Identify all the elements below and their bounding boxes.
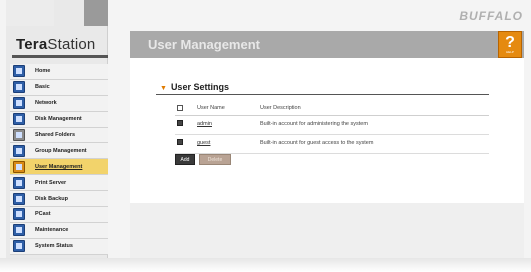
- help-button[interactable]: ? HELP: [498, 31, 522, 58]
- disk-icon: [13, 113, 25, 126]
- sidebar-nav: Home Basic Network Disk Management Share…: [10, 64, 108, 255]
- sidebar-top-accent: [84, 0, 108, 26]
- sidebar-item-basic[interactable]: Basic: [10, 79, 108, 96]
- user-name-link[interactable]: guest: [197, 140, 210, 146]
- basic-icon: [13, 81, 25, 94]
- column-header-description: User Description: [260, 105, 301, 111]
- backup-icon: [13, 192, 25, 205]
- section-divider: [156, 94, 489, 95]
- sidebar-item-label: System Status: [35, 243, 73, 250]
- page-title: User Management: [148, 37, 260, 52]
- printer-icon: [13, 176, 25, 189]
- help-label: HELP: [506, 49, 514, 54]
- sidebar-item-disk-backup[interactable]: Disk Backup: [10, 191, 108, 208]
- sidebar-item-disk-management[interactable]: Disk Management: [10, 111, 108, 128]
- sidebar-item-label: Disk Management: [35, 116, 82, 123]
- sidebar-item-label: Maintenance: [35, 227, 69, 234]
- row-checkbox[interactable]: [177, 120, 183, 126]
- maintenance-icon: [13, 224, 25, 237]
- app-window: TeraStation Home Basic Network Disk Mana…: [0, 0, 531, 272]
- home-icon: [13, 65, 25, 78]
- group-icon: [13, 144, 25, 157]
- bottom-shadow: [0, 258, 531, 272]
- sidebar-item-group-management[interactable]: Group Management: [10, 143, 108, 160]
- select-all-checkbox[interactable]: [177, 105, 183, 111]
- sidebar-item-maintenance[interactable]: Maintenance: [10, 222, 108, 239]
- sidebar-item-label: Group Management: [35, 147, 87, 154]
- sidebar-item-home[interactable]: Home: [10, 64, 108, 80]
- column-header-name: User Name: [197, 105, 225, 111]
- sidebar: TeraStation Home Basic Network Disk Mana…: [6, 0, 108, 262]
- user-description: Built-in account for guest access to the…: [260, 140, 374, 146]
- status-icon: [13, 240, 25, 253]
- sidebar-item-label: User Management: [35, 163, 83, 170]
- sidebar-item-label: Shared Folders: [35, 132, 76, 138]
- sidebar-item-label: Network: [35, 100, 57, 107]
- table-header: User Name User Description: [175, 102, 489, 116]
- terastation-logo: TeraStation: [16, 36, 96, 53]
- title-bar: User Management ? HELP: [130, 31, 524, 58]
- sidebar-item-system-status[interactable]: System Status: [10, 238, 108, 255]
- main-lower-area: [130, 203, 524, 258]
- pcast-icon: [13, 208, 25, 221]
- sidebar-item-label: PCast: [35, 211, 51, 218]
- user-table: User Name User Description admin Built-i…: [175, 102, 489, 154]
- logo-underline: [12, 55, 108, 58]
- sidebar-item-label: Disk Backup: [35, 195, 69, 202]
- table-row: guest Built-in account for guest access …: [175, 135, 489, 154]
- sidebar-item-label: Home: [35, 68, 51, 75]
- sidebar-item-label: Print Server: [35, 179, 67, 186]
- sidebar-item-shared-folders[interactable]: Shared Folders: [10, 127, 108, 144]
- table-row: admin Built-in account for administering…: [175, 116, 489, 135]
- arrow-icon: ▼: [160, 85, 167, 92]
- delete-button[interactable]: Delete: [199, 154, 231, 165]
- user-description: Built-in account for administering the s…: [260, 121, 368, 127]
- main-panel: ▼ User Settings User Name User Descriptio…: [130, 58, 524, 203]
- sidebar-item-user-management[interactable]: User Management: [10, 159, 108, 176]
- user-icon: [13, 160, 25, 173]
- sidebar-item-label: Basic: [35, 84, 50, 91]
- network-icon: [13, 97, 25, 110]
- add-button[interactable]: Add: [175, 154, 195, 165]
- sidebar-item-print-server[interactable]: Print Server: [10, 175, 108, 192]
- sidebar-top-block: [6, 0, 54, 26]
- sidebar-item-network[interactable]: Network: [10, 95, 108, 112]
- row-checkbox[interactable]: [177, 139, 183, 145]
- user-name-link[interactable]: admin: [197, 121, 212, 127]
- sidebar-item-pcast[interactable]: PCast: [10, 207, 108, 223]
- buffalo-logo: BUFFALO: [459, 9, 523, 23]
- section-title: ▼ User Settings: [160, 82, 229, 92]
- folder-icon: [13, 129, 25, 141]
- help-icon: ?: [505, 33, 515, 51]
